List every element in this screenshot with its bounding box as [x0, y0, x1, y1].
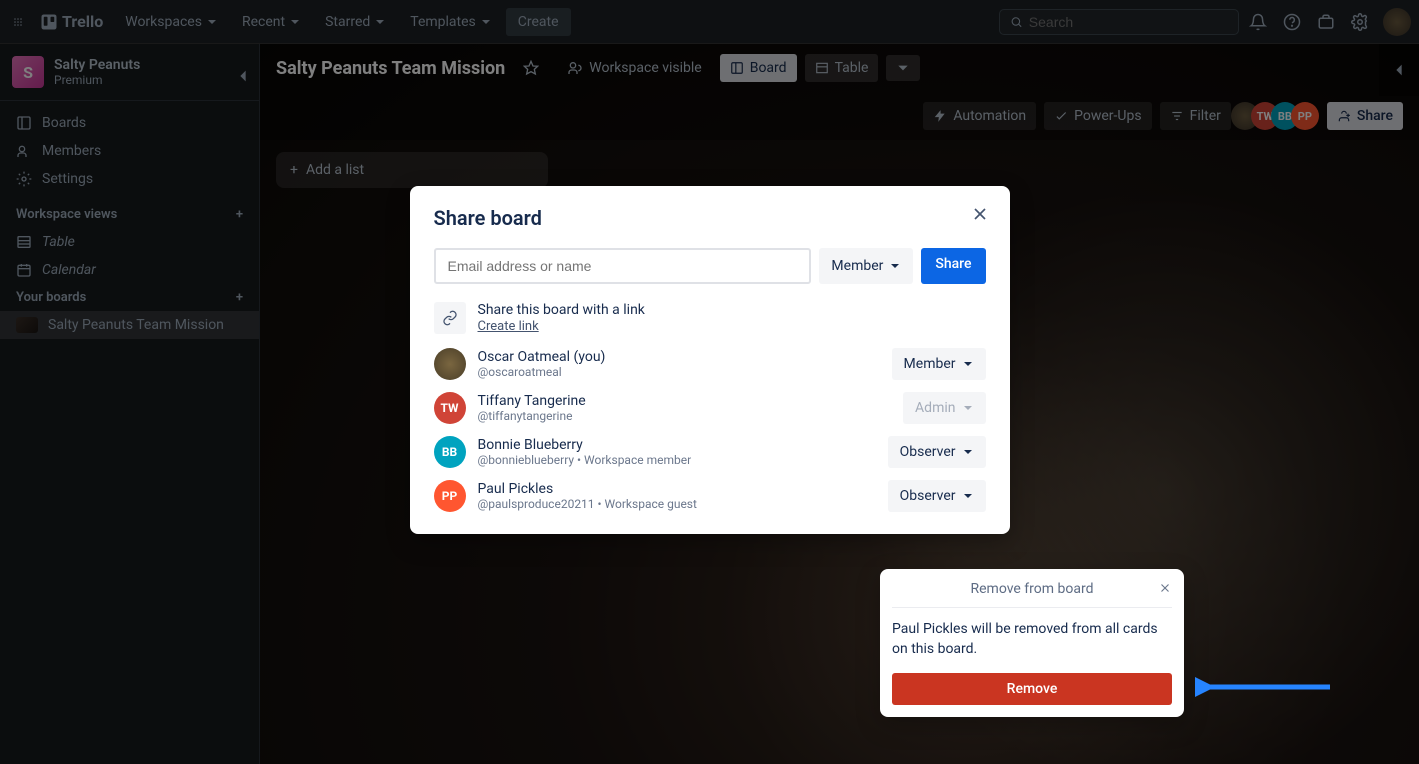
- close-icon: [970, 204, 990, 224]
- chevron-down-icon: [962, 446, 974, 458]
- avatar: [434, 348, 466, 380]
- modal-close-button[interactable]: [970, 204, 990, 224]
- role-label: Observer: [900, 488, 956, 504]
- remove-confirm-button[interactable]: Remove: [892, 673, 1172, 705]
- invite-role-label: Member: [831, 258, 883, 274]
- remove-member-popover: Remove from board Paul Pickles will be r…: [880, 569, 1184, 717]
- member-name: Bonnie Blueberry: [478, 437, 692, 453]
- member-name: Tiffany Tangerine: [478, 393, 586, 409]
- avatar: BB: [434, 436, 466, 468]
- chevron-down-icon: [962, 490, 974, 502]
- member-role-select: Admin: [903, 392, 985, 424]
- popover-close-button[interactable]: [1158, 581, 1172, 595]
- close-icon: [1158, 581, 1172, 595]
- chevron-down-icon: [889, 260, 901, 272]
- member-handle: @bonnieblueberry • Workspace member: [478, 453, 692, 467]
- role-label: Member: [904, 356, 956, 372]
- member-name: Paul Pickles: [478, 481, 697, 497]
- member-list: Oscar Oatmeal (you) @oscaroatmeal Member…: [434, 348, 986, 512]
- role-label: Admin: [915, 400, 955, 416]
- member-role-select[interactable]: Observer: [888, 480, 986, 512]
- member-row-tiffany: TW Tiffany Tangerine @tiffanytangerine A…: [434, 392, 986, 424]
- popover-text: Paul Pickles will be removed from all ca…: [892, 620, 1172, 659]
- modal-title: Share board: [434, 206, 986, 230]
- share-board-modal: Share board Member Share Share this boar…: [410, 186, 1010, 534]
- member-handle: @oscaroatmeal: [478, 365, 606, 379]
- member-row-bonnie: BB Bonnie Blueberry @bonnieblueberry • W…: [434, 436, 986, 468]
- invite-role-select[interactable]: Member: [819, 248, 913, 284]
- member-row-oscar: Oscar Oatmeal (you) @oscaroatmeal Member: [434, 348, 986, 380]
- avatar: PP: [434, 480, 466, 512]
- popover-title: Remove from board: [892, 581, 1172, 608]
- member-role-select[interactable]: Observer: [888, 436, 986, 468]
- create-link-button[interactable]: Create link: [478, 319, 539, 334]
- share-submit-button[interactable]: Share: [921, 248, 985, 284]
- link-title: Share this board with a link: [478, 302, 645, 318]
- popover-title-text: Remove from board: [971, 581, 1094, 597]
- member-row-paul: PP Paul Pickles @paulsproduce20211 • Wor…: [434, 480, 986, 512]
- chevron-down-icon: [962, 402, 974, 414]
- link-icon: [434, 302, 466, 334]
- role-label: Observer: [900, 444, 956, 460]
- member-name: Oscar Oatmeal (you): [478, 349, 606, 365]
- member-role-select[interactable]: Member: [892, 348, 986, 380]
- modal-overlay: Share board Member Share Share this boar…: [0, 0, 1419, 764]
- avatar: TW: [434, 392, 466, 424]
- share-link-row: Share this board with a link Create link: [434, 302, 986, 334]
- invite-input[interactable]: [434, 248, 812, 284]
- chevron-down-icon: [962, 358, 974, 370]
- member-handle: @tiffanytangerine: [478, 409, 586, 423]
- member-handle: @paulsproduce20211 • Workspace guest: [478, 497, 697, 511]
